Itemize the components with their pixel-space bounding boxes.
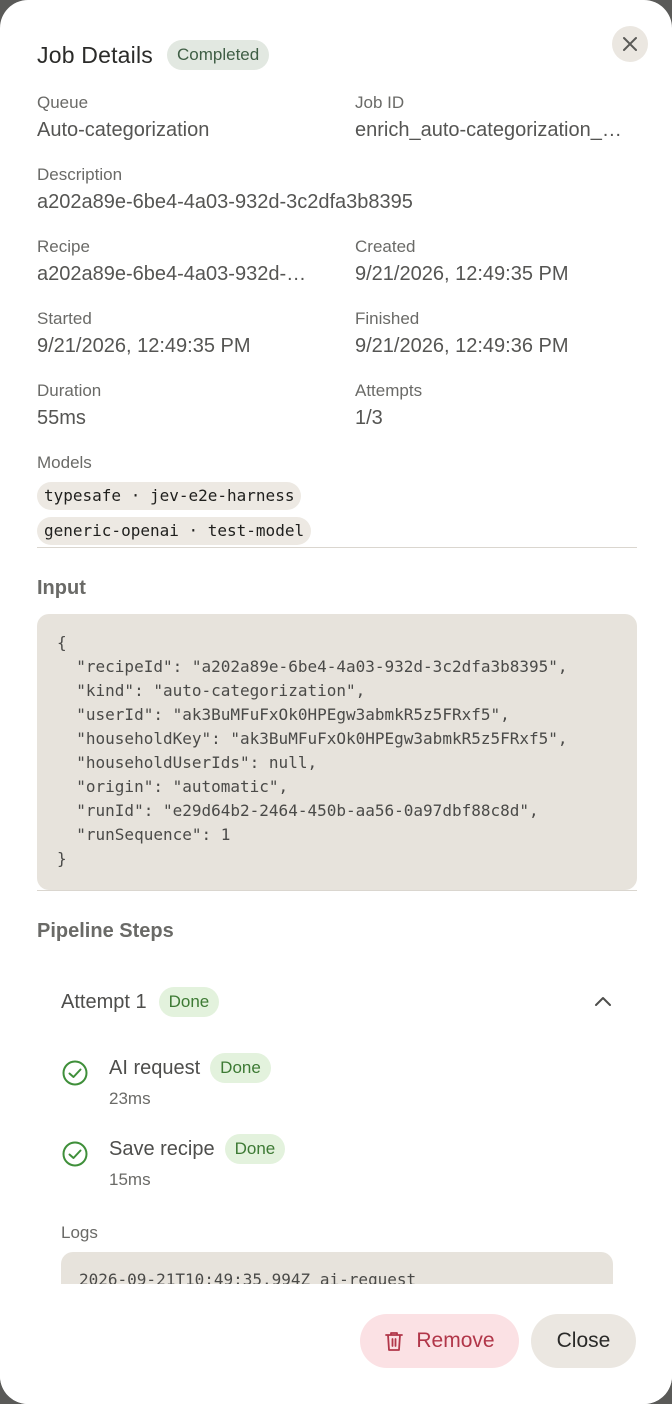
duration-field: Duration 55ms [37, 381, 337, 430]
finished-field: Finished 9/21/2026, 12:49:36 PM [355, 309, 635, 358]
created-label: Created [355, 237, 416, 256]
close-dialog-button[interactable] [612, 26, 648, 62]
step-name: AI request [109, 1056, 201, 1079]
attempt-status-badge: Done [158, 987, 220, 1017]
close-button-label: Close [556, 1329, 611, 1352]
pipeline-step-save-recipe: Save recipe Done 15ms [61, 1134, 601, 1194]
models-label: Models [37, 453, 92, 472]
description-field: Description a202a89e-6be4-4a03-932d-3c2d… [37, 165, 637, 214]
duration-label: Duration [37, 381, 102, 400]
started-label: Started [37, 309, 92, 328]
queue-field: Queue Auto-categorization [37, 93, 337, 142]
remove-button[interactable]: Remove [360, 1314, 519, 1368]
code-line: "recipeId": "a202a89e-6be4-4a03-932d-3c2… [57, 657, 568, 676]
job-id-label: Job ID [355, 93, 405, 112]
dialog-title: Job Details [37, 41, 153, 68]
check-circle-icon [62, 1060, 88, 1086]
attempt-1-header[interactable]: Attempt 1 Done [61, 986, 613, 1018]
check-circle-icon [62, 1141, 88, 1167]
dialog-header: Job Details Completed [37, 40, 270, 70]
finished-label: Finished [355, 309, 420, 328]
started-field: Started 9/21/2026, 12:49:35 PM [37, 309, 337, 358]
step-duration: 23ms [109, 1089, 151, 1108]
recipe-label: Recipe [37, 237, 90, 256]
code-line: "householdKey": "ak3BuMFuFxOk0HPEgw3abmk… [57, 729, 568, 748]
logs-block[interactable]: 2026-09-21T10:49:35.994Z ai-request [61, 1252, 613, 1284]
attempts-field: Attempts 1/3 [355, 381, 635, 430]
finished-value: 9/21/2026, 12:49:36 PM [355, 335, 569, 357]
status-badge: Completed [166, 40, 270, 70]
model-chip: generic-openai · test-model [37, 517, 312, 545]
dialog-footer: Remove Close [0, 1284, 672, 1404]
job-id-field: Job ID enrich_auto-categorization_a202a8… [355, 93, 631, 142]
code-line: "userId": "ak3BuMFuFxOk0HPEgw3abmkR5z5FR… [57, 705, 510, 724]
trash-icon [385, 1332, 404, 1351]
code-line: } [57, 849, 67, 868]
attempts-value: 1/3 [355, 407, 383, 429]
code-line: "origin": "automatic", [57, 777, 289, 796]
input-section-title: Input [37, 577, 86, 599]
dialog-scroll-area[interactable]: Job Details Completed Queue Auto-categor… [0, 0, 672, 1284]
description-label: Description [37, 165, 123, 184]
queue-label: Queue [37, 93, 89, 112]
attempts-label: Attempts [355, 381, 423, 400]
log-line: 2026-09-21T10:49:35.994Z ai-request [79, 1270, 417, 1284]
pipeline-step-ai-request: AI request Done 23ms [61, 1053, 601, 1113]
job-details-dialog: Job Details Completed Queue Auto-categor… [0, 0, 672, 1404]
remove-button-label: Remove [416, 1329, 495, 1352]
code-line: "kind": "auto-categorization", [57, 681, 366, 700]
pipeline-section-title: Pipeline Steps [37, 920, 174, 942]
started-value: 9/21/2026, 12:49:35 PM [37, 335, 251, 357]
model-chip: typesafe · jev-e2e-harness [37, 482, 302, 510]
duration-value: 55ms [37, 407, 86, 429]
close-icon [623, 37, 637, 51]
logs-label: Logs [61, 1223, 98, 1242]
section-divider [37, 547, 637, 548]
step-status-badge: Done [224, 1134, 286, 1164]
recipe-field: Recipe a202a89e-6be4-4a03-932d-3c2dfa3b8… [37, 237, 315, 286]
recipe-value: a202a89e-6be4-4a03-932d-3c2dfa3b8395 [37, 263, 315, 285]
step-duration: 15ms [109, 1170, 151, 1189]
code-line: { [57, 633, 67, 652]
close-button[interactable]: Close [531, 1314, 636, 1368]
job-id-value: enrich_auto-categorization_a202a89e [355, 119, 631, 141]
created-value: 9/21/2026, 12:49:35 PM [355, 263, 569, 285]
code-line: "householdUserIds": null, [57, 753, 318, 772]
section-divider [37, 890, 637, 891]
code-line: "runSequence": 1 [57, 825, 231, 844]
chevron-up-icon[interactable] [593, 992, 613, 1012]
step-name: Save recipe [109, 1137, 215, 1160]
created-field: Created 9/21/2026, 12:49:35 PM [355, 237, 635, 286]
attempt-title: Attempt 1 [61, 990, 147, 1013]
description-value: a202a89e-6be4-4a03-932d-3c2dfa3b8395 [37, 191, 413, 213]
code-line: "runId": "e29d64b2-2464-450b-aa56-0a97db… [57, 801, 539, 820]
step-status-badge: Done [210, 1053, 271, 1083]
input-json-block: { "recipeId": "a202a89e-6be4-4a03-932d-3… [37, 614, 637, 890]
queue-value: Auto-categorization [37, 119, 210, 141]
models-field: Models [37, 453, 337, 473]
